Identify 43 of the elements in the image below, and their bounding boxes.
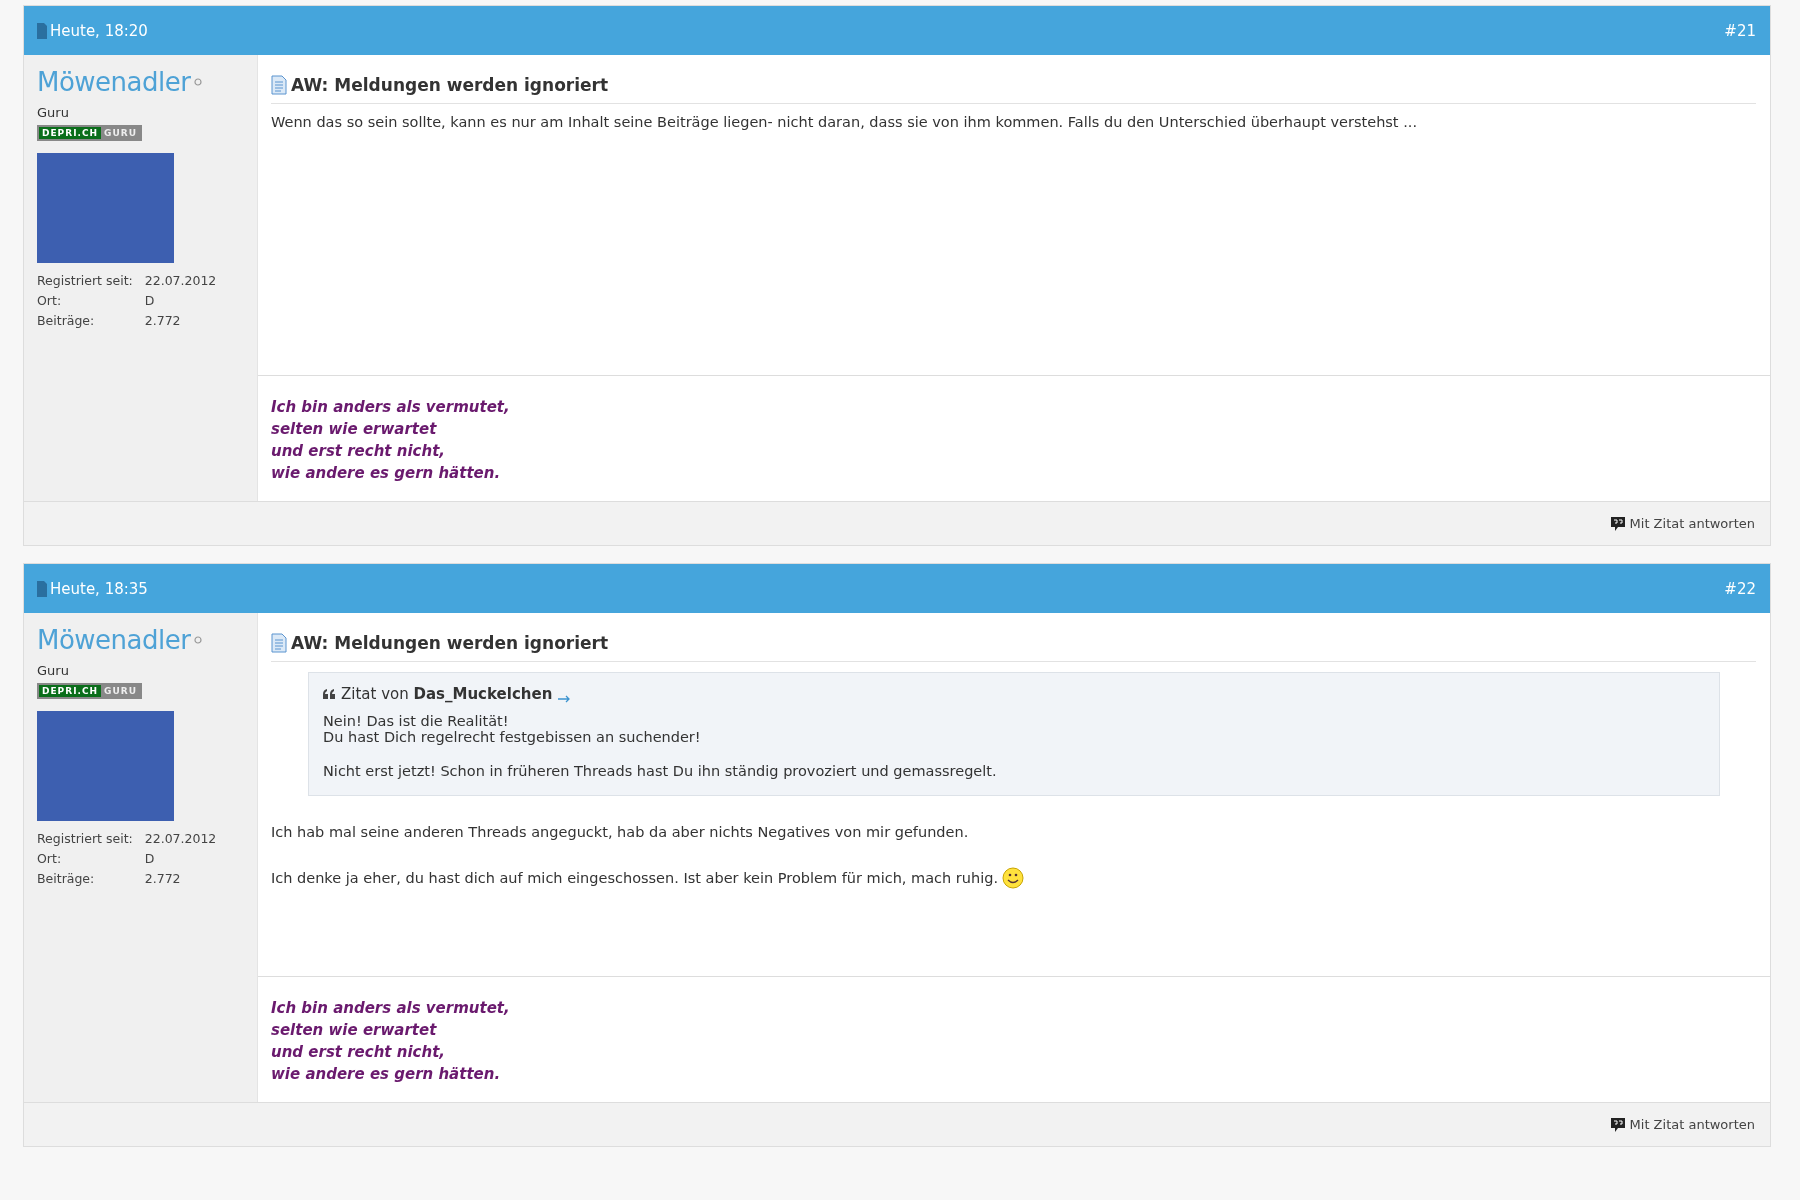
quote-text: Nicht erst jetzt! Schon in früheren Threads hast Du ihn ständig provoziert und gemassregelt. <box>323 763 998 779</box>
quote-text: Nein! Das ist die Realität! Du hast Dich regelrecht festgebissen an suchender! <box>323 713 702 745</box>
speech-bubble-icon <box>1610 1117 1625 1132</box>
rank-badge: DEPRI.CH GURU <box>37 125 142 141</box>
post-date: Heute, 18:20 <box>50 21 148 40</box>
quote-reply-button[interactable]: Mit Zitat antworten <box>1608 1115 1757 1134</box>
stat-label: Beiträge: <box>37 313 96 328</box>
document-icon <box>271 633 287 653</box>
stat-label: Ort: <box>37 851 63 866</box>
rank-badge: DEPRI.CH GURU <box>37 683 142 699</box>
stat-value: 22.07.2012 <box>144 831 218 846</box>
quote-reply-button[interactable]: Mit Zitat antworten <box>1608 514 1757 533</box>
username[interactable]: Möwenadler <box>37 67 191 97</box>
speech-bubble-icon <box>1610 516 1625 531</box>
signature: Ich bin anders als vermutet, selten wie erwartet und erst recht nicht, wie andere es gern hätten. <box>270 397 511 484</box>
post-number[interactable]: #21 <box>1724 21 1756 40</box>
quote-author: Zitat von Das_Muckelchen <box>341 685 553 703</box>
stat-value: D <box>144 293 156 308</box>
stat-label: Registriert seit: <box>37 831 133 846</box>
stat-label: Registriert seit: <box>37 273 133 288</box>
smiley-icon <box>1002 867 1025 889</box>
stat-value: 2.772 <box>144 313 182 328</box>
post-title: AW: Meldungen werden ignoriert <box>291 633 609 653</box>
document-icon <box>37 580 47 597</box>
post-text: Ich denke ja eher, du hast dich auf mich eingeschossen. Ist aber kein Problem für mich, mach ruhig. <box>271 870 999 886</box>
post-text: Wenn das so sein sollte, kann es nur am Inhalt seine Beiträge liegen- nicht daran, dass sie von ihm kommen. Falls du den Unterschied überhaupt verstehst ... <box>271 114 1417 130</box>
post-number[interactable]: #22 <box>1724 579 1756 598</box>
user-rank: Guru <box>37 663 69 678</box>
quote-mark-icon <box>323 689 335 699</box>
stat-value: D <box>144 851 156 866</box>
document-icon <box>271 75 287 95</box>
signature: Ich bin anders als vermutet, selten wie erwartet und erst recht nicht, wie andere es gern hätten. <box>270 998 511 1085</box>
post-date: Heute, 18:35 <box>50 579 148 598</box>
stat-value: 22.07.2012 <box>144 273 218 288</box>
username[interactable]: Möwenadler <box>37 625 191 655</box>
post-text: Ich hab mal seine anderen Threads angeguckt, hab da aber nichts Negatives von mir gefunden. <box>271 824 969 840</box>
document-icon <box>37 22 47 39</box>
arrow-icon[interactable] <box>558 693 572 703</box>
user-rank: Guru <box>37 105 69 120</box>
stat-value: 2.772 <box>144 871 182 886</box>
post-title: AW: Meldungen werden ignoriert <box>291 75 609 95</box>
stat-label: Ort: <box>37 293 63 308</box>
stat-label: Beiträge: <box>37 871 96 886</box>
